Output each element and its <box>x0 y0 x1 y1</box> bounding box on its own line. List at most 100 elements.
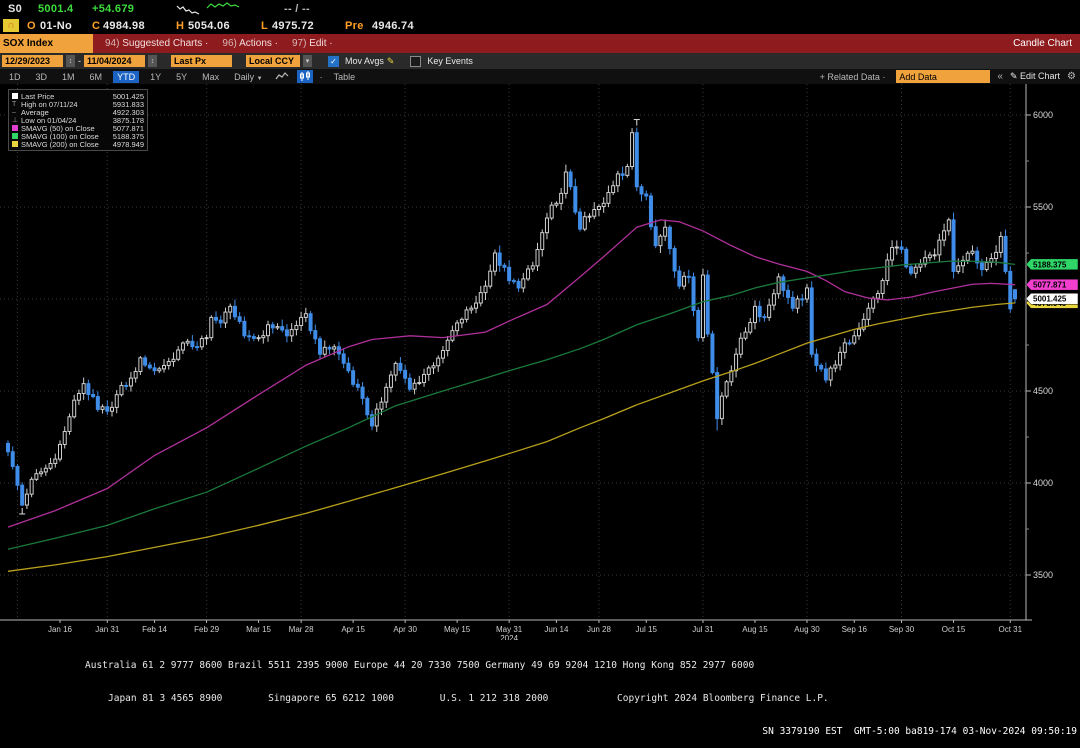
line-chart-icon[interactable] <box>274 71 290 83</box>
mov-avgs-label: Mov Avgs <box>345 56 384 66</box>
range-1m[interactable]: 1M <box>58 71 79 83</box>
pencil-icon: ✎ <box>1010 71 1018 81</box>
footer-phones-1: Australia 61 2 9777 8600 Brazil 5511 239… <box>85 660 1080 671</box>
candlestick-chart-canvas[interactable]: 350040004500500055006000Jan 16Jan 31Feb … <box>0 84 1080 640</box>
terminal-footer: Australia 61 2 9777 8600 Brazil 5511 239… <box>0 638 1080 748</box>
svg-text:Apr 15: Apr 15 <box>341 625 365 634</box>
price-change: +54.679 <box>92 3 134 15</box>
svg-text:Feb 29: Feb 29 <box>194 625 219 634</box>
svg-text:Aug 30: Aug 30 <box>794 625 820 634</box>
high-label: H <box>176 20 184 32</box>
axes: 350040004500500055006000Jan 16Jan 31Feb … <box>0 84 1053 640</box>
sma200-line <box>8 303 1015 571</box>
svg-text:5077.871: 5077.871 <box>1033 281 1067 290</box>
key-events-checkbox[interactable] <box>410 56 421 67</box>
quote-bar: S0 5001.4 +54.679 -- / -- <box>0 0 1080 17</box>
range-max[interactable]: Max <box>198 71 223 83</box>
caret-down-icon: ▼ <box>257 76 263 82</box>
svg-text:Jun 28: Jun 28 <box>587 625 612 634</box>
svg-text:5500: 5500 <box>1033 202 1053 212</box>
candles <box>7 128 1017 509</box>
chart-area: 350040004500500055006000Jan 16Jan 31Feb … <box>0 84 1080 640</box>
sma100-line <box>8 261 1015 549</box>
low-label: L <box>261 20 268 32</box>
svg-text:Feb 14: Feb 14 <box>142 625 167 634</box>
price-tags: 4978.9495001.4255077.8715188.375 <box>1026 259 1078 309</box>
gear-icon[interactable]: ⚙ <box>1067 71 1080 82</box>
currency-dropdown[interactable]: ▾ <box>303 55 312 67</box>
prev-value: 4946.74 <box>372 20 414 32</box>
svg-text:Jun 14: Jun 14 <box>544 625 569 634</box>
date-to-input[interactable]: 11/04/2024 <box>84 55 145 67</box>
panel-ticker: S0 <box>8 3 22 15</box>
svg-text:May 31: May 31 <box>496 625 523 634</box>
date-from-input[interactable]: 12/29/2023 <box>2 55 63 67</box>
svg-text:Mar 28: Mar 28 <box>289 625 314 634</box>
svg-text:Jul 31: Jul 31 <box>692 625 714 634</box>
bar-date: 01-No <box>40 20 72 32</box>
related-data-button[interactable]: + Related Data · <box>816 71 890 83</box>
security-icon[interactable]: ∩ <box>3 19 19 32</box>
low-value: 4975.72 <box>272 20 314 32</box>
svg-text:4500: 4500 <box>1033 386 1053 396</box>
footer-phones-2: Japan 81 3 4565 8900 Singapore 65 6212 1… <box>108 693 1080 704</box>
table-button[interactable]: Table <box>330 71 360 83</box>
last-price: 5001.4 <box>38 3 73 15</box>
period-select[interactable]: Daily ▼ <box>230 71 266 83</box>
bid-ask-na: -- / -- <box>284 3 310 15</box>
collapse-icon[interactable]: « <box>997 71 1003 82</box>
range-1d[interactable]: 1D <box>5 71 25 83</box>
svg-text:Oct 15: Oct 15 <box>942 625 966 634</box>
close-value: 4984.98 <box>103 20 145 32</box>
sma50-line <box>8 220 1015 527</box>
toolbar-dot: · <box>320 72 323 82</box>
footer-session-info: SN 3379190 EST GMT-5:00 ba819-174 03-Nov… <box>0 726 1077 737</box>
prev-label: Pre <box>345 20 364 32</box>
date-from-stepper[interactable]: ↕ <box>66 55 75 67</box>
menu-suggested-charts[interactable]: 94) Suggested Charts · <box>105 38 208 49</box>
range-3d[interactable]: 3D <box>32 71 52 83</box>
open-label: O <box>27 20 36 32</box>
date-to-stepper[interactable]: ↕ <box>148 55 157 67</box>
candle-chart-icon[interactable] <box>297 70 313 83</box>
svg-text:Aug 15: Aug 15 <box>742 625 768 634</box>
legend-sma200: SMAVG (200) on Close4978.949 <box>12 140 144 148</box>
chart-type-title: Candle Chart <box>1013 38 1080 49</box>
svg-text:Jul 15: Jul 15 <box>636 625 658 634</box>
range-6m[interactable]: 6M <box>86 71 107 83</box>
menu-bar: SOX Index 94) Suggested Charts · 96) Act… <box>0 34 1080 53</box>
menu-actions[interactable]: 96) Actions · <box>222 38 278 49</box>
range-5y[interactable]: 5Y <box>172 71 191 83</box>
svg-text:5001.425: 5001.425 <box>1033 295 1067 304</box>
sparkline-white-icon <box>176 3 202 15</box>
svg-text:Jan 31: Jan 31 <box>95 625 120 634</box>
date-separator: - <box>78 56 81 66</box>
chart-legend: Last Price5001.425 THigh on 07/11/245931… <box>8 89 148 151</box>
svg-text:4000: 4000 <box>1033 478 1053 488</box>
mov-avgs-checkbox[interactable]: ✓ <box>328 56 339 67</box>
range-1y[interactable]: 1Y <box>146 71 165 83</box>
svg-text:6000: 6000 <box>1033 110 1053 120</box>
close-label: C <box>92 20 100 32</box>
edit-chart-button[interactable]: ✎ Edit Chart <box>1010 71 1060 82</box>
svg-text:Oct 31: Oct 31 <box>998 625 1022 634</box>
sparkline-green-icon <box>206 1 240 13</box>
svg-text:Mar 15: Mar 15 <box>246 625 271 634</box>
currency-select[interactable]: Local CCY <box>246 55 300 67</box>
svg-text:5188.375: 5188.375 <box>1033 260 1067 269</box>
price-field-select[interactable]: Last Px <box>171 55 232 67</box>
security-input[interactable]: SOX Index <box>0 34 93 53</box>
svg-text:Jan 16: Jan 16 <box>48 625 73 634</box>
high-low-markers <box>19 120 640 514</box>
svg-text:Sep 16: Sep 16 <box>842 625 868 634</box>
range-toolbar: 1D 3D 1M 6M YTD 1Y 5Y Max Daily ▼ · Tabl… <box>0 69 1080 84</box>
control-bar: 12/29/2023 ↕ - 11/04/2024 ↕ Last Px Loca… <box>0 53 1080 69</box>
grid-lines <box>0 84 1026 620</box>
ohlc-bar: ∩ O 01-No C 4984.98 H 5054.06 L 4975.72 … <box>0 17 1080 34</box>
add-data-input[interactable]: Add Data <box>896 70 990 83</box>
svg-text:Sep 30: Sep 30 <box>889 625 915 634</box>
menu-edit[interactable]: 97) Edit · <box>292 38 333 49</box>
range-ytd[interactable]: YTD <box>113 71 139 83</box>
mov-avgs-edit-pencil-icon[interactable]: ✎ <box>387 56 395 67</box>
high-value: 5054.06 <box>188 20 230 32</box>
